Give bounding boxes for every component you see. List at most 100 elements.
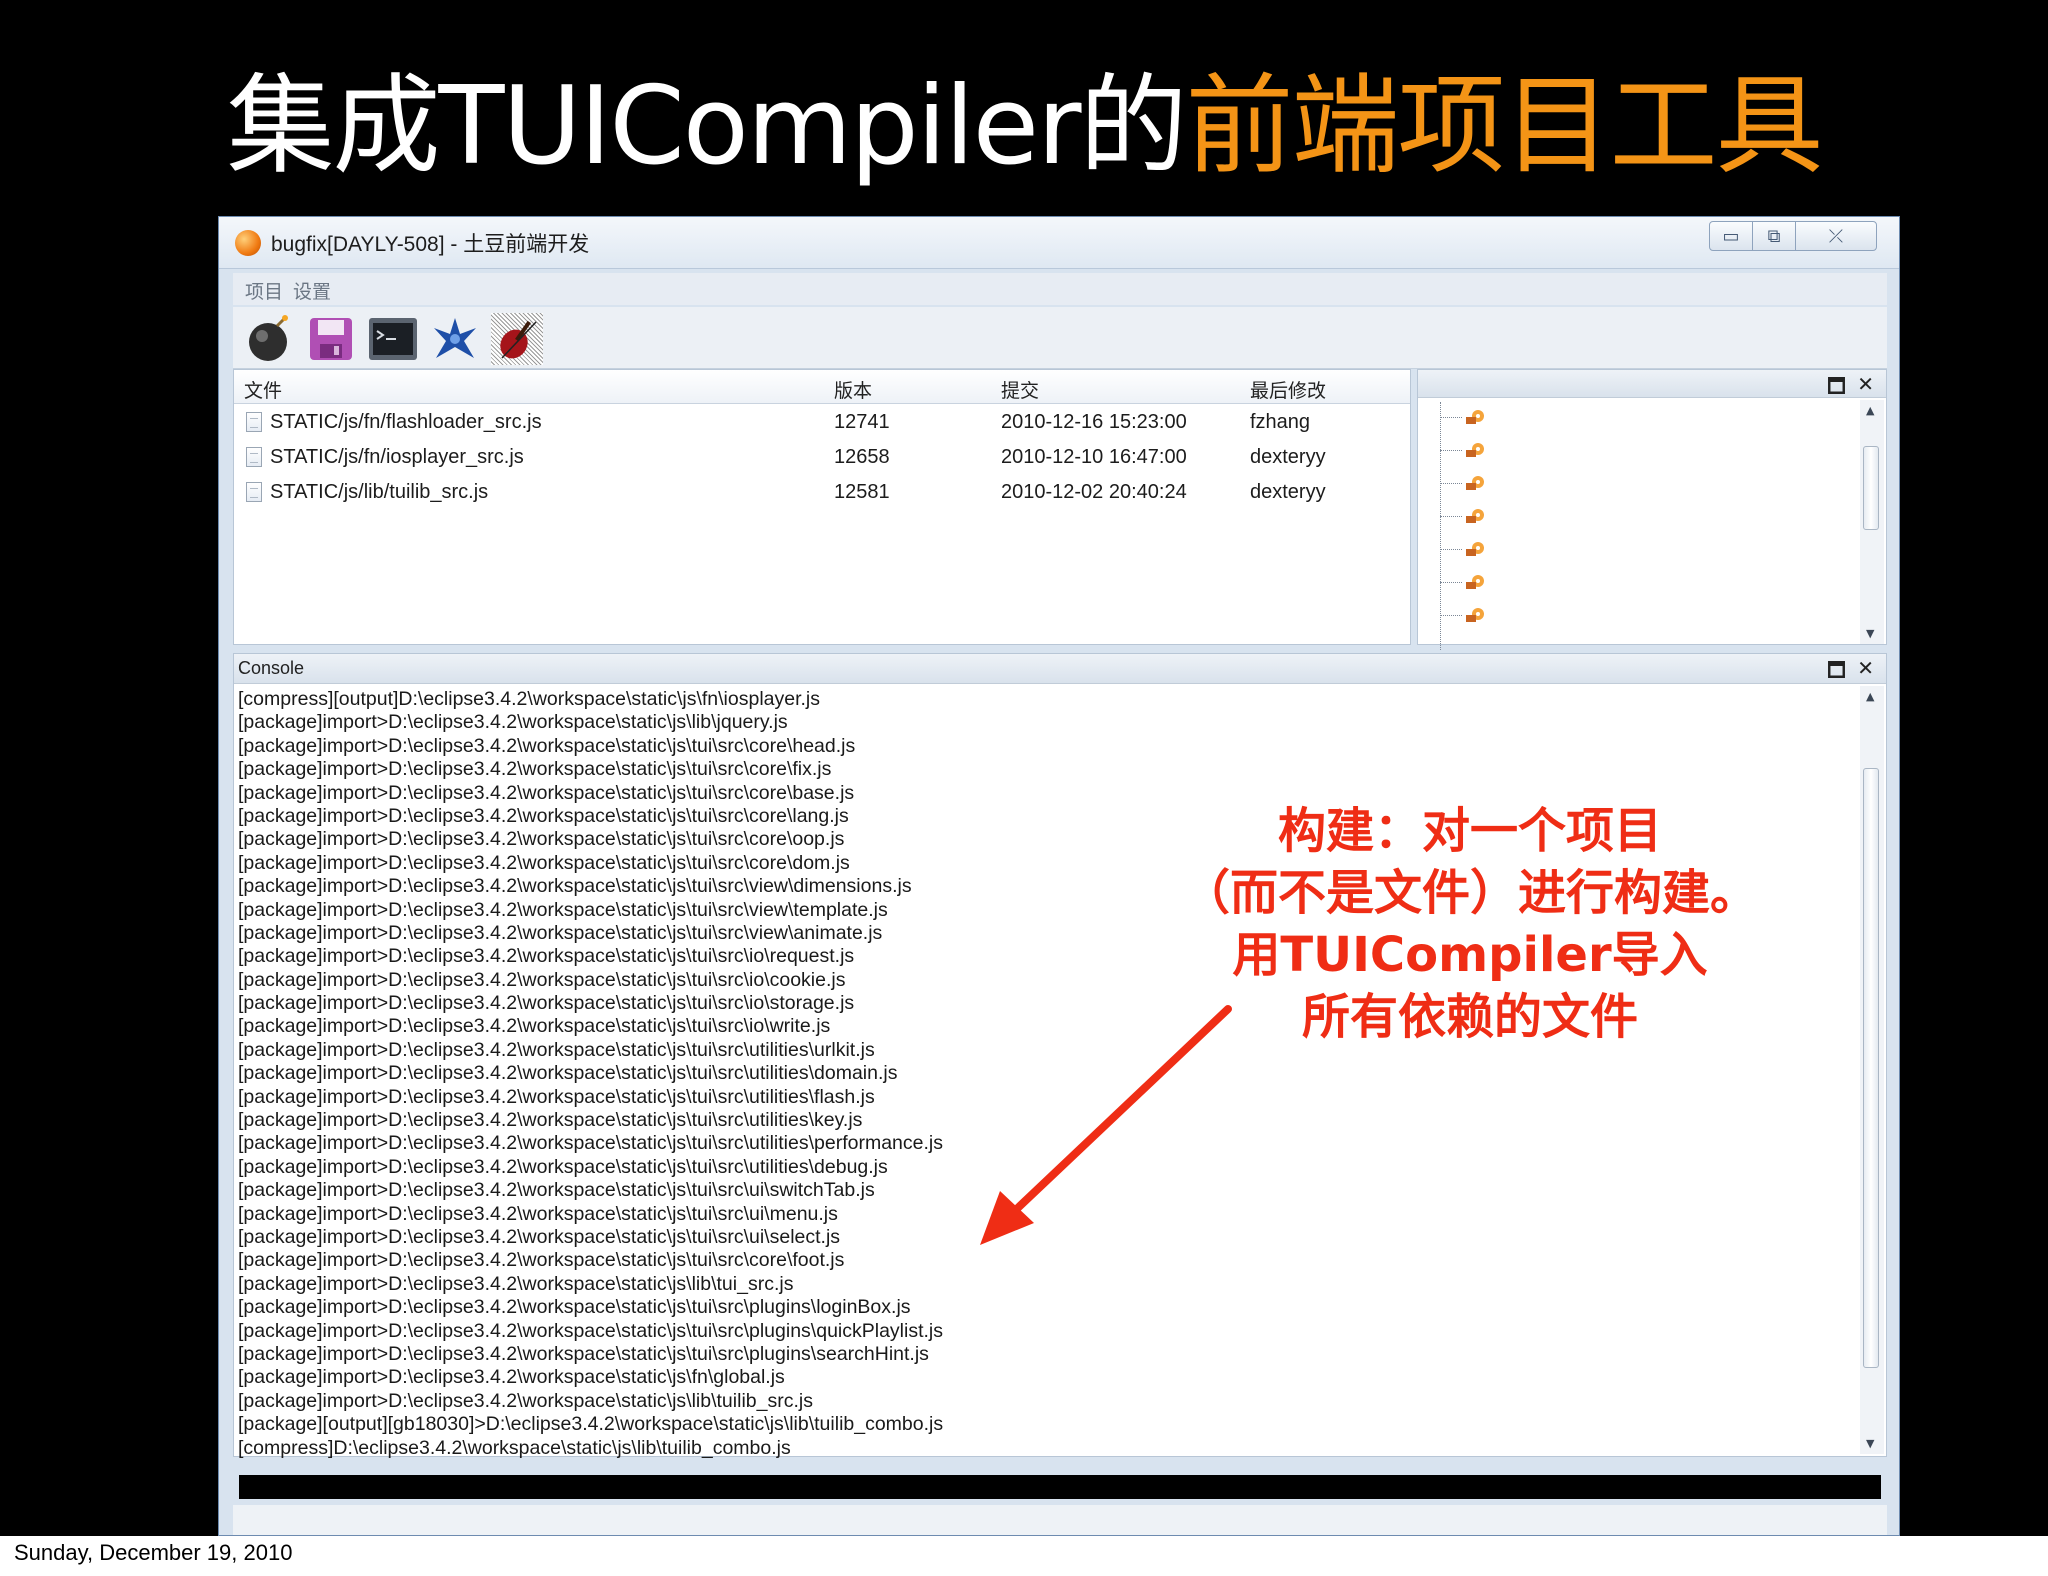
violin-icon[interactable] — [491, 313, 543, 365]
console-line: [package]import>D:\eclipse3.4.2\workspac… — [238, 1225, 841, 1248]
scroll-down-arrow-icon[interactable]: ▼ — [1866, 627, 1874, 640]
annotation-line: （而不是文件）进行构建。 — [1181, 865, 1758, 921]
console-line: [package]import>D:\eclipse3.4.2\workspac… — [238, 711, 788, 734]
module-icon — [1466, 410, 1484, 424]
tree-node[interactable] — [1440, 571, 1492, 595]
window-titlebar[interactable]: bugfix[DAYLY-508] - 土豆前端开发 ▭ ⧉ ⤫ — [219, 217, 1899, 269]
console-line: [package]import>D:\eclipse3.4.2\workspac… — [238, 1249, 845, 1272]
star-figure-icon[interactable] — [429, 313, 481, 365]
save-icon[interactable] — [305, 313, 357, 365]
maximize-button[interactable]: ⧉ — [1752, 221, 1796, 251]
bomb-icon[interactable] — [243, 313, 295, 365]
table-row[interactable]: STATIC/js/fn/flashloader_src.js 12741 20… — [234, 405, 1410, 440]
cell-file: STATIC/js/fn/iosplayer_src.js — [270, 446, 524, 468]
console-line: [package]import>D:\eclipse3.4.2\workspac… — [238, 1389, 813, 1412]
console-line: [package]import>D:\eclipse3.4.2\workspac… — [238, 1109, 863, 1132]
menu-bar: 项目 设置 — [233, 273, 1887, 305]
terminal-icon[interactable] — [367, 313, 419, 365]
scroll-thumb[interactable] — [1863, 446, 1879, 530]
module-icon — [1466, 542, 1484, 556]
cell-version: 12741 — [834, 411, 890, 433]
console-close-button[interactable]: ✕ — [1857, 656, 1874, 680]
module-icon — [1466, 443, 1484, 457]
file-icon — [246, 412, 262, 432]
file-icon — [246, 482, 262, 502]
annotation-line: 构建：对一个项目 — [1277, 803, 1662, 859]
column-header-file[interactable]: 文件 — [244, 376, 282, 403]
tree-node[interactable] — [1440, 505, 1492, 529]
console-line: [package]import>D:\eclipse3.4.2\workspac… — [238, 1062, 898, 1085]
status-bar — [233, 1505, 1887, 1535]
console-line: [package][output][gb18030]>D:\eclipse3.4… — [238, 1413, 944, 1436]
cell-commit: 2010-12-10 16:47:00 — [1001, 446, 1187, 468]
column-header-version[interactable]: 版本 — [834, 376, 872, 403]
file-icon — [246, 447, 262, 467]
console-line: [package]import>D:\eclipse3.4.2\workspac… — [238, 1179, 875, 1202]
tree-node[interactable] — [1440, 538, 1492, 562]
tree-node[interactable] — [1440, 604, 1492, 628]
slide-title: 集成TUICompiler的前端项目工具 — [0, 62, 2048, 192]
scroll-thumb[interactable] — [1863, 768, 1879, 1368]
cell-modified-by: fzhang — [1250, 411, 1311, 433]
cell-version: 12581 — [834, 481, 890, 503]
console-scrollbar[interactable]: ▲ ▼ — [1860, 686, 1884, 1454]
cell-modified-by: dexteryy — [1250, 481, 1326, 503]
file-table: 文件 版本 提交 最后修改 STATIC/js/fn/flashloader_s… — [233, 369, 1411, 645]
window-title: bugfix[DAYLY-508] - 土豆前端开发 — [271, 233, 590, 256]
column-header-modified-by[interactable]: 最后修改 — [1250, 376, 1326, 403]
slide-background: 集成TUICompiler的前端项目工具 bugfix[DAYLY-508] -… — [0, 0, 2048, 1536]
panel-restore-button[interactable]: 🗖 — [1827, 372, 1846, 406]
cell-modified-by: dexteryy — [1250, 446, 1326, 468]
command-input[interactable] — [239, 1475, 1881, 1499]
module-icon — [1466, 509, 1484, 523]
close-button[interactable]: ⤫ — [1795, 221, 1877, 251]
scroll-up-arrow-icon[interactable]: ▲ — [1866, 404, 1874, 417]
cell-file: STATIC/js/lib/tuilib_src.js — [270, 481, 489, 503]
menu-settings[interactable]: 设置 — [293, 277, 331, 304]
console-line: [compress]D:\eclipse3.4.2\workspace\stat… — [238, 1436, 791, 1459]
module-icon — [1466, 575, 1484, 589]
module-icon — [1466, 476, 1484, 490]
cell-version: 12658 — [834, 446, 890, 468]
slide-title-white: 集成TUICompiler的 — [226, 64, 1188, 189]
cell-file: STATIC/js/fn/flashloader_src.js — [270, 411, 542, 433]
console-line: [package]import>D:\eclipse3.4.2\workspac… — [238, 1319, 944, 1342]
console-line: [package]import>D:\eclipse3.4.2\workspac… — [238, 1272, 794, 1295]
minimize-button[interactable]: ▭ — [1709, 221, 1753, 251]
tree-panel-header: 🗖 ✕ — [1418, 370, 1886, 398]
console-line: [package]import>D:\eclipse3.4.2\workspac… — [238, 1132, 943, 1155]
console-header: Console 🗖 ✕ — [234, 654, 1886, 684]
console-line: [package]import>D:\eclipse3.4.2\workspac… — [238, 734, 856, 757]
menu-project[interactable]: 项目 — [245, 277, 283, 304]
tree-node[interactable] — [1440, 472, 1492, 496]
console-line: [package]import>D:\eclipse3.4.2\workspac… — [238, 1202, 838, 1225]
console-line: [package]import>D:\eclipse3.4.2\workspac… — [238, 1342, 929, 1365]
console-line: [package]import>D:\eclipse3.4.2\workspac… — [238, 1085, 875, 1108]
console-restore-button[interactable]: 🗖 — [1827, 656, 1846, 690]
console-line: [package]import>D:\eclipse3.4.2\workspac… — [238, 758, 832, 781]
column-header-commit[interactable]: 提交 — [1001, 376, 1039, 403]
cell-commit: 2010-12-02 20:40:24 — [1001, 481, 1187, 503]
console-line: [package]import>D:\eclipse3.4.2\workspac… — [238, 1366, 785, 1389]
toolbar — [233, 307, 1887, 369]
console-title: Console — [238, 658, 305, 678]
console-line: [compress][output]D:\eclipse3.4.2\worksp… — [238, 688, 821, 710]
scroll-down-arrow-icon[interactable]: ▼ — [1866, 1437, 1874, 1450]
panel-close-button[interactable]: ✕ — [1857, 372, 1874, 396]
tree-connector-line — [1440, 402, 1441, 650]
tree-scrollbar[interactable]: ▲ ▼ — [1860, 400, 1884, 644]
footer-date: Sunday, December 19, 2010 — [14, 1540, 293, 1565]
scroll-up-arrow-icon[interactable]: ▲ — [1866, 690, 1874, 703]
cell-commit: 2010-12-16 15:23:00 — [1001, 411, 1187, 433]
module-icon — [1466, 608, 1484, 622]
app-logo-icon — [235, 230, 261, 256]
dependency-tree-panel: 🗖 ✕ ▲ ▼ — [1417, 369, 1887, 650]
tree-node[interactable] — [1440, 406, 1492, 430]
annotation-arrow-icon — [980, 1005, 1232, 1245]
file-table-header: 文件 版本 提交 最后修改 — [234, 370, 1410, 404]
table-row[interactable]: STATIC/js/fn/iosplayer_src.js 12658 2010… — [234, 440, 1410, 475]
console-line: [package]import>D:\eclipse3.4.2\workspac… — [238, 1155, 888, 1178]
tree-node[interactable] — [1440, 439, 1492, 463]
table-row[interactable]: STATIC/js/lib/tuilib_src.js 12581 2010-1… — [234, 475, 1410, 510]
console-line: [package]import>D:\eclipse3.4.2\workspac… — [238, 1296, 911, 1319]
